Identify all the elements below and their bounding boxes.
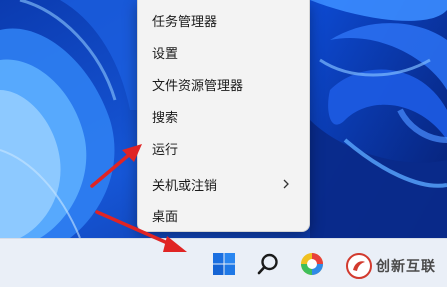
taskbar-app-button[interactable] [295,247,329,281]
start-context-menu: 任务管理器 设置 文件资源管理器 搜索 运行 关机或注销 桌面 [137,0,310,232]
windows-start-icon [213,253,235,275]
menu-item-shutdown-signout[interactable]: 关机或注销 [142,169,305,199]
taskbar-search-button[interactable] [251,247,285,281]
menu-item-label: 任务管理器 [152,14,218,30]
chevron-right-icon [283,179,289,189]
menu-item-settings[interactable]: 设置 [142,37,305,67]
menu-item-label: 文件资源管理器 [152,78,244,94]
menu-item-desktop[interactable]: 桌面 [142,200,305,230]
menu-item-label: 搜索 [152,110,179,126]
menu-item-label: 桌面 [152,209,179,225]
color-app-icon [301,253,323,275]
menu-item-label: 关机或注销 [152,178,218,194]
menu-item-search[interactable]: 搜索 [142,101,305,131]
menu-item-task-manager[interactable]: 任务管理器 [142,5,305,35]
search-icon [257,253,278,275]
watermark: 创新互联 [346,252,436,280]
start-button[interactable] [207,247,241,281]
watermark-text: 创新互联 [376,259,436,275]
menu-item-run[interactable]: 运行 [142,133,305,163]
menu-item-file-explorer[interactable]: 文件资源管理器 [142,69,305,99]
menu-item-label: 运行 [152,142,179,158]
menu-item-label: 设置 [152,46,179,62]
brand-logo-icon [346,253,372,279]
